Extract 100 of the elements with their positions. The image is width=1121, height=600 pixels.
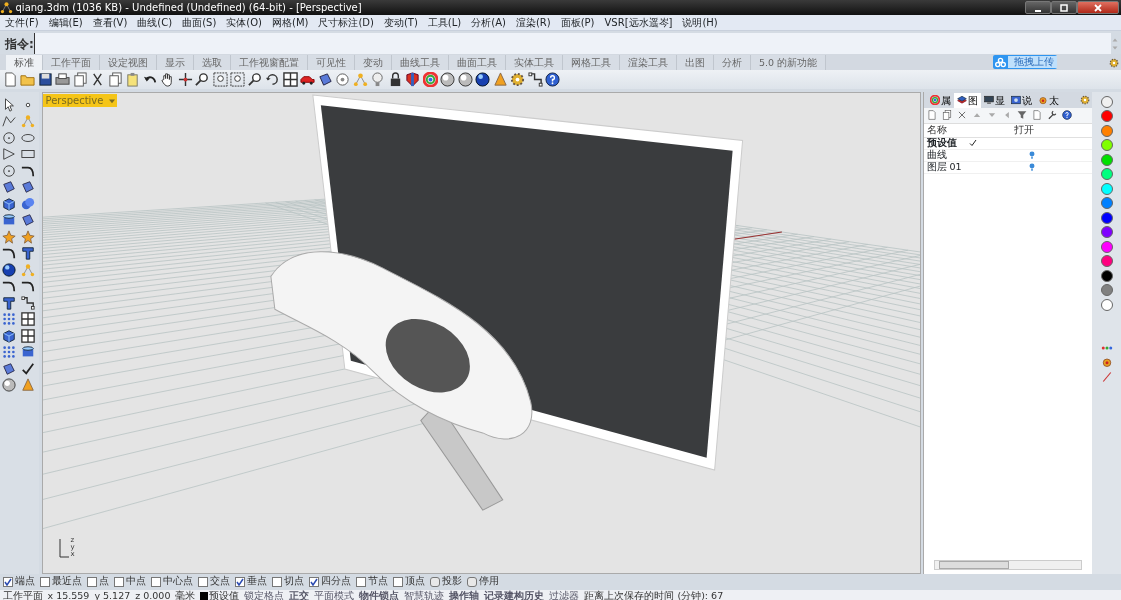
checkbox[interactable] [234, 576, 245, 587]
menu-item[interactable]: 实体(O) [221, 15, 267, 30]
checkbox[interactable] [308, 576, 319, 587]
status-pane[interactable]: 物件锁点 [359, 589, 400, 600]
checkbox[interactable] [39, 576, 50, 587]
toolbar-tab[interactable]: 渲染工具 [620, 55, 677, 70]
light-bulb-icon[interactable] [1029, 151, 1035, 159]
sphere-icon[interactable] [475, 72, 490, 87]
checkmark-icon[interactable] [969, 139, 977, 147]
menu-item[interactable]: 编辑(E) [43, 15, 88, 30]
zoom-icon[interactable] [195, 72, 210, 87]
grid-icon[interactable] [20, 328, 35, 343]
t-shape-icon[interactable] [20, 246, 35, 260]
status-pane[interactable]: 记录建构历史 [484, 589, 545, 600]
toolbar-tab[interactable]: 曲面工具 [449, 55, 506, 70]
hand-icon[interactable] [160, 72, 175, 87]
help-icon[interactable] [1061, 110, 1072, 120]
color-swatch[interactable] [1100, 182, 1113, 195]
new-document-icon[interactable] [926, 110, 937, 120]
pages-icon[interactable] [107, 72, 123, 87]
rectangle-icon[interactable] [20, 147, 35, 161]
menu-item[interactable]: 网格(M) [267, 15, 314, 30]
checkbox[interactable] [271, 576, 282, 587]
toolbar-tab[interactable]: 网格工具 [563, 55, 620, 70]
checkbox[interactable] [197, 576, 208, 587]
menu-item[interactable]: 文件(F) [0, 15, 44, 30]
curve-icon[interactable] [2, 279, 17, 293]
toolbar-tab[interactable]: 工作平面 [43, 55, 100, 70]
sphere-icon[interactable] [440, 72, 455, 87]
cube-icon[interactable] [2, 328, 17, 343]
color-swatch[interactable] [1100, 284, 1113, 296]
color-swatch[interactable] [1100, 124, 1113, 137]
surface-icon[interactable] [317, 72, 333, 87]
cylinder-icon[interactable] [2, 213, 17, 227]
connector-icon[interactable] [20, 295, 35, 310]
column-header[interactable]: 打开 [1014, 122, 1034, 138]
cube-icon[interactable] [2, 196, 17, 211]
toolbar-tab[interactable]: 工作视窗配置 [231, 55, 308, 70]
color-swatch[interactable] [1100, 168, 1113, 180]
toolbar-tab[interactable]: 可见性 [308, 55, 355, 70]
bug-icon[interactable] [1100, 356, 1113, 368]
star-icon[interactable] [2, 229, 17, 244]
checkbox[interactable] [392, 576, 403, 587]
new-document-icon[interactable] [1031, 110, 1042, 120]
status-pane[interactable]: 正交 [289, 589, 310, 600]
horizontal-scrollbar[interactable] [934, 559, 1082, 570]
toolbar-tab[interactable]: 变动 [355, 55, 392, 70]
color-swatch[interactable] [1100, 153, 1113, 166]
rotate-icon[interactable] [265, 72, 280, 87]
toolbar-tab[interactable]: 显示 [157, 55, 194, 70]
nodes-icon[interactable] [352, 72, 368, 87]
status-pane[interactable]: 过滤器 [549, 589, 580, 600]
color-swatch[interactable] [1100, 95, 1113, 108]
toolbar-tab[interactable]: 选取 [194, 55, 231, 70]
surface-icon[interactable] [2, 361, 17, 376]
t-shape-icon[interactable] [2, 295, 17, 310]
close-icon[interactable] [1091, 2, 1104, 13]
wrench-icon[interactable] [1046, 110, 1057, 120]
status-pane[interactable]: 平面模式 [314, 589, 355, 600]
checkbox[interactable] [466, 576, 477, 587]
menu-item[interactable]: 分析(A) [466, 15, 511, 30]
color-swatch[interactable] [1100, 139, 1113, 151]
upload-button[interactable]: 拖拽上传 [993, 55, 1057, 69]
status-pane[interactable]: 操作轴 [449, 589, 480, 600]
color-swatch[interactable] [1100, 197, 1113, 209]
color-wheel-icon[interactable] [422, 72, 438, 87]
menu-item[interactable]: 说明(H) [677, 15, 723, 30]
circle-icon[interactable] [2, 130, 17, 145]
checkbox[interactable] [2, 576, 13, 587]
nodes-icon[interactable] [20, 114, 35, 128]
toolbar-tab[interactable]: 实体工具 [506, 55, 563, 70]
clipboard-icon[interactable] [125, 72, 140, 87]
move-cross-icon[interactable] [177, 72, 193, 87]
help-icon[interactable] [545, 72, 560, 87]
curve-icon[interactable] [2, 246, 17, 260]
zoom-window-icon[interactable] [212, 72, 228, 87]
menu-item[interactable]: 曲线(C) [132, 15, 178, 30]
close-button[interactable] [1076, 1, 1119, 14]
pages-icon[interactable] [72, 72, 88, 87]
spheres-icon[interactable] [20, 196, 35, 211]
grid-icon[interactable] [20, 312, 35, 326]
color-swatch[interactable] [1100, 269, 1113, 282]
sphere-icon[interactable] [457, 72, 473, 87]
nodes-icon[interactable] [20, 262, 35, 277]
triangle-icon[interactable] [2, 147, 17, 161]
menu-item[interactable]: 曲面(S) [177, 15, 222, 30]
maximize-button[interactable] [1050, 1, 1077, 14]
cylinder-icon[interactable] [20, 345, 35, 359]
filter-icon[interactable] [1016, 110, 1027, 120]
printer-icon[interactable] [55, 72, 70, 87]
checkmark-icon[interactable] [20, 361, 35, 376]
checkbox[interactable] [86, 576, 97, 587]
polyline-icon[interactable] [2, 114, 17, 128]
maximize-icon[interactable] [1057, 2, 1070, 13]
column-header[interactable]: 名称 [924, 122, 1014, 138]
menu-item[interactable]: 变动(T) [378, 15, 423, 30]
toolbar-tab[interactable]: 设定视图 [100, 55, 157, 70]
menu-item[interactable]: 工具(L) [422, 15, 467, 30]
cone-icon[interactable] [492, 72, 508, 87]
toolbar-tab[interactable]: 分析 [714, 55, 751, 70]
